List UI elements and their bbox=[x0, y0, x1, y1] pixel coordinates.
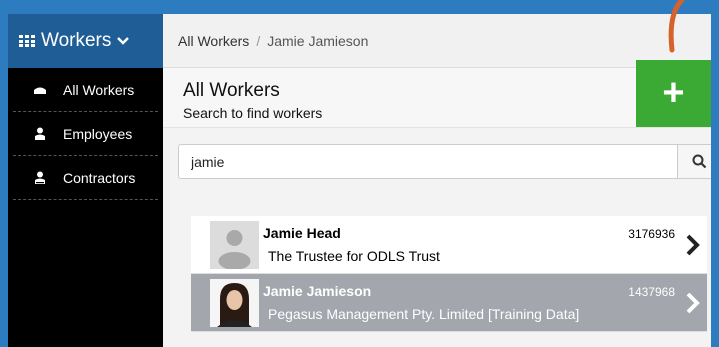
worker-name: Jamie Jamieson bbox=[263, 283, 372, 299]
list-item-selected[interactable]: Jamie Jamieson 1437968 Pegasus Managemen… bbox=[191, 274, 707, 332]
results-list: Jamie Head 3176936 The Trustee for ODLS … bbox=[191, 216, 707, 332]
sidebar: Workers All Workers Employees Contractor… bbox=[8, 14, 163, 347]
list-item[interactable]: Jamie Head 3176936 The Trustee for ODLS … bbox=[191, 216, 707, 274]
breadcrumb-separator: / bbox=[256, 32, 261, 49]
contractor-icon bbox=[35, 171, 45, 184]
worker-organisation: The Trustee for ODLS Trust bbox=[268, 248, 440, 264]
placeholder-avatar bbox=[210, 221, 259, 269]
breadcrumb-current: Jamie Jamieson bbox=[267, 32, 369, 49]
briefcase-icon bbox=[34, 87, 46, 94]
photo-avatar bbox=[210, 279, 259, 327]
main-panel: All Workers / Jamie Jamieson All Workers… bbox=[163, 14, 711, 347]
chevron-right-icon bbox=[686, 292, 700, 314]
search-box bbox=[178, 144, 711, 179]
page-title: All Workers bbox=[183, 80, 280, 101]
search-input[interactable] bbox=[179, 145, 677, 178]
add-worker-button[interactable]: + bbox=[636, 60, 711, 127]
sidebar-item-label: All Workers bbox=[63, 81, 135, 98]
breadcrumb-root-link[interactable]: All Workers bbox=[178, 33, 249, 49]
sidebar-title: Workers bbox=[41, 30, 112, 51]
chevron-down-icon bbox=[117, 37, 130, 45]
person-icon bbox=[35, 127, 45, 140]
sidebar-item-label: Contractors bbox=[63, 169, 136, 186]
worker-number: 3176936 bbox=[628, 227, 675, 241]
page-subtitle: Search to find workers bbox=[183, 105, 323, 121]
sidebar-header[interactable]: Workers bbox=[8, 14, 163, 68]
app-window: Workers All Workers Employees Contractor… bbox=[8, 14, 711, 347]
search-button[interactable] bbox=[677, 145, 711, 178]
search-icon bbox=[692, 154, 707, 169]
page-header: All Workers Search to find workers + bbox=[163, 60, 711, 128]
sidebar-item-all-workers[interactable]: All Workers bbox=[13, 68, 158, 112]
worker-name: Jamie Head bbox=[263, 225, 341, 241]
breadcrumb: All Workers / Jamie Jamieson bbox=[163, 14, 711, 68]
sidebar-item-contractors[interactable]: Contractors bbox=[13, 156, 158, 200]
sidebar-item-label: Employees bbox=[63, 125, 133, 142]
worker-number: 1437968 bbox=[628, 285, 675, 299]
annotation-arrow bbox=[668, 0, 685, 53]
grid-icon bbox=[19, 35, 35, 47]
sidebar-item-employees[interactable]: Employees bbox=[13, 112, 158, 156]
worker-organisation: Pegasus Management Pty. Limited [Trainin… bbox=[268, 306, 580, 322]
chevron-right-icon bbox=[686, 234, 700, 256]
